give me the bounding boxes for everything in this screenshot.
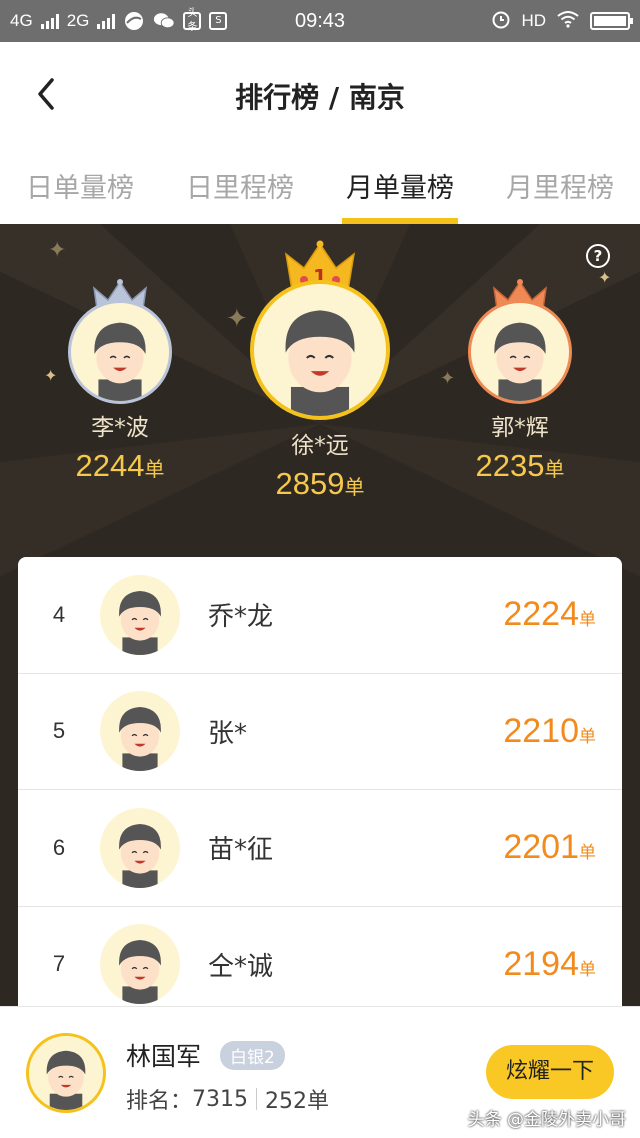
tab-monthly-mileage[interactable]: 月里程榜 <box>480 146 640 224</box>
network-2g-label: 2G <box>66 11 90 30</box>
header: 排行榜 / 南京 <box>0 42 640 146</box>
top3-third[interactable]: 3 郭*辉 2235单 <box>420 278 620 484</box>
alarm-icon <box>491 9 511 34</box>
avatar <box>100 574 180 655</box>
signal-icon <box>40 13 59 29</box>
list-name: 张* <box>208 718 248 749</box>
tab-monthly-orders[interactable]: 月单量榜 <box>320 146 480 224</box>
my-rank-value: 7315 <box>192 1086 249 1112</box>
avatar <box>100 691 180 772</box>
top3-score: 2244单 <box>75 448 165 483</box>
list-rank: 4 <box>52 601 66 627</box>
top3-score: 2235单 <box>475 448 565 483</box>
avatar <box>100 924 180 1005</box>
top3-name: 徐*远 <box>291 433 349 459</box>
page-title: 排行榜 / 南京 <box>235 81 405 114</box>
avatar <box>250 280 390 420</box>
browser-icon <box>123 12 145 30</box>
list-item[interactable]: 7 仝*诚 2194单 <box>18 907 622 1018</box>
watermark: 头条 @金陵外卖小哥 <box>467 1110 626 1130</box>
show-off-button[interactable]: 炫耀一下 <box>486 1045 614 1099</box>
list-item[interactable]: 5 张* 2210单 <box>18 674 622 790</box>
my-name: 林国军 <box>126 1042 202 1071</box>
network-4g-label: 4G <box>10 11 33 30</box>
top3-name: 李*波 <box>91 415 149 441</box>
top3-score: 2859单 <box>275 466 365 501</box>
list-rank: 6 <box>52 834 66 860</box>
status-bar: 4G 2G 头条 S 09:43 HD <box>0 0 640 42</box>
top3-second[interactable]: 2 李*波 2244单 <box>20 278 220 484</box>
list-rank: 7 <box>52 951 66 977</box>
avatar <box>68 300 172 404</box>
help-button[interactable]: ? <box>586 244 610 268</box>
my-orders-value: 252单 <box>265 1089 330 1114</box>
wechat-icon <box>153 12 175 30</box>
avatar <box>468 300 572 404</box>
battery-icon <box>590 12 633 30</box>
top3-name: 郭*辉 <box>491 415 549 441</box>
my-stats: 排名： 7315 252单 <box>126 1083 329 1115</box>
list-score: 2224单 <box>503 595 596 634</box>
list-rank: 5 <box>52 718 66 744</box>
top3-first[interactable]: 1 徐*远 2859单 <box>220 240 420 502</box>
tab-daily-orders[interactable]: 日单量榜 <box>0 146 160 224</box>
list-name: 苗*征 <box>208 835 274 866</box>
list-score: 2194单 <box>503 944 596 983</box>
list-name: 仝*诚 <box>208 951 274 982</box>
tab-daily-mileage[interactable]: 日里程榜 <box>160 146 320 224</box>
level-badge: 白银2 <box>220 1041 285 1070</box>
hd-label: HD <box>521 11 546 30</box>
sparkle-icon: ✦ <box>48 238 67 263</box>
list-item[interactable]: 4 乔*龙 2224单 <box>18 557 622 674</box>
divider <box>256 1088 258 1110</box>
rank-label: 排名： <box>126 1089 193 1114</box>
avatar <box>100 807 180 888</box>
signal-icon <box>97 13 116 29</box>
wifi-icon <box>556 10 580 33</box>
my-rank-bar: 林国军 白银2 排名： 7315 252单 炫耀一下 头条 @金陵外卖小哥 <box>0 1006 640 1138</box>
my-avatar <box>26 1033 106 1113</box>
list-item[interactable]: 6 苗*征 2201单 <box>18 790 622 907</box>
list-score: 2201单 <box>503 828 596 867</box>
list-score: 2210单 <box>503 711 596 750</box>
toutiao-app-icon: 头条 <box>183 8 202 33</box>
s-app-icon: S <box>209 12 228 30</box>
ranking-list: 4 乔*龙 2224单 5 张* 2210单 6 苗*征 2201单 7 仝*诚… <box>18 557 622 1017</box>
status-time: 09:43 <box>294 9 346 32</box>
list-name: 乔*龙 <box>208 602 274 633</box>
tab-bar: 日单量榜 日里程榜 月单量榜 月里程榜 <box>0 146 640 224</box>
